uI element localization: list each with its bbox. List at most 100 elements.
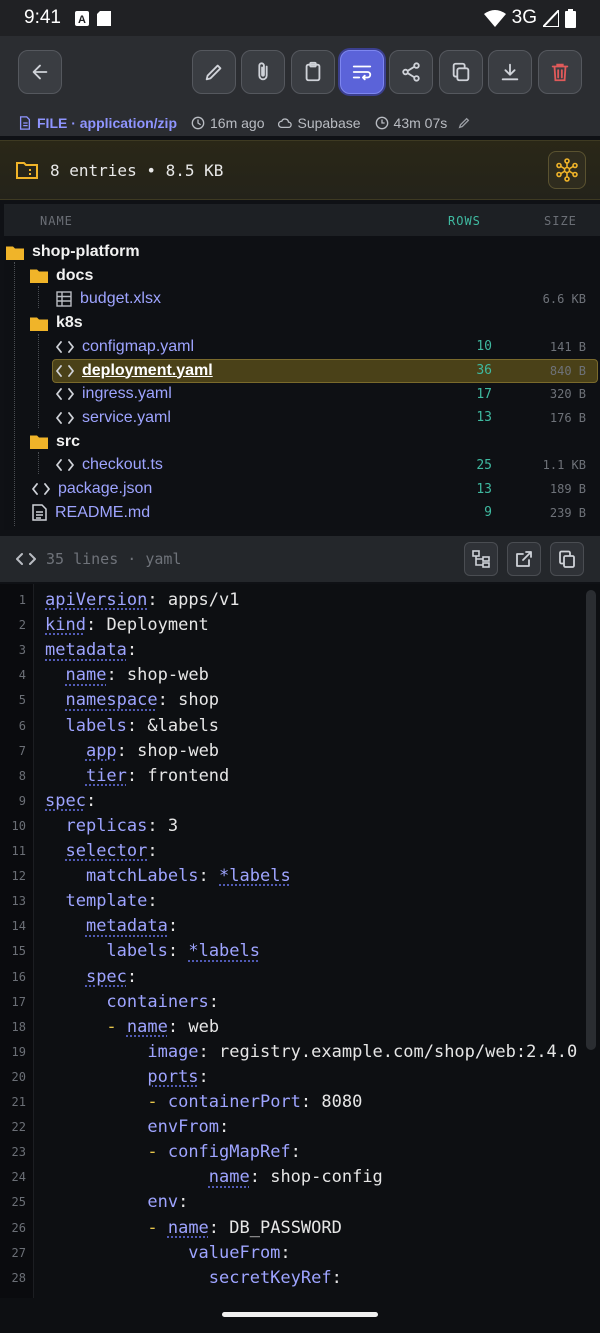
download-button[interactable] [488, 50, 532, 94]
copy-button[interactable] [439, 50, 483, 94]
tree-folder-row[interactable]: shop-platform [4, 240, 600, 264]
pencil-icon[interactable] [457, 116, 471, 130]
line-number: 3 [18, 643, 26, 658]
code-viewer[interactable]: 1 apiVersion: apps/v1 2 kind: Deployment 3 me… [0, 584, 600, 1298]
tree-item-name: service.yaml [56, 409, 171, 427]
battery-icon [565, 8, 576, 28]
tree-item-rows: 13 [476, 481, 492, 497]
folder-archive-icon [16, 162, 38, 179]
delete-button[interactable] [538, 50, 582, 94]
tree-item-size: 320 B [549, 387, 586, 402]
line-number: 23 [11, 1145, 26, 1160]
yaml-key: spec [85, 966, 127, 987]
tree-item-size: 6.6 KB [542, 292, 586, 307]
code-text: kind: Deployment [45, 615, 209, 636]
code-text: env: [147, 1192, 189, 1213]
tree-item-rows: 25 [476, 457, 492, 473]
structure-view-button[interactable] [464, 542, 498, 576]
folder-icon [30, 268, 48, 284]
line-number: 25 [11, 1195, 26, 1210]
entries-summary: 8 entries • 8.5 KB [50, 160, 224, 180]
line-number: 9 [18, 793, 26, 808]
tree-item-size: 141 B [549, 339, 586, 354]
yaml-key: replicas [65, 815, 148, 836]
code-text: envFrom: [147, 1117, 230, 1138]
line-number: 6 [18, 718, 26, 733]
clipboard-button[interactable] [291, 50, 335, 94]
wrap-lines-button[interactable] [340, 50, 384, 94]
tree-file-row[interactable]: package.json 13 189 B [4, 477, 600, 501]
code-line: 4 name: shop-web [0, 663, 600, 688]
document-icon [19, 116, 31, 130]
share-button[interactable] [389, 50, 433, 94]
tree-folder-row[interactable]: docs [4, 264, 600, 288]
toolbar [0, 36, 600, 110]
yaml-key: metadata [45, 640, 127, 661]
tree-item-name: configmap.yaml [56, 338, 194, 356]
tree-item-name: package.json [32, 480, 152, 498]
tree-folder-row[interactable]: src [4, 430, 600, 454]
yaml-key: app [85, 740, 117, 761]
yaml-key: labels [65, 715, 127, 736]
graph-view-button[interactable] [548, 151, 586, 189]
tree-item-rows: 10 [476, 339, 492, 355]
folder-icon [6, 245, 24, 260]
line-number: 4 [18, 668, 26, 683]
code-text: apiVersion: apps/v1 [45, 590, 240, 610]
code-text: image: registry.example.com/shop/web:2.4… [147, 1041, 578, 1062]
edit-button[interactable] [192, 50, 236, 94]
line-number: 16 [11, 969, 26, 984]
tree-file-row[interactable]: README.md 9 239 B [4, 501, 600, 525]
tree-item-label: service.yaml [82, 408, 171, 426]
code-line: 23 - configMapRef: [0, 1140, 600, 1165]
line-number: 27 [11, 1245, 26, 1260]
notification-a-icon: A [74, 10, 89, 26]
yaml-key: apiVersion [45, 590, 148, 610]
code-text: spec: [45, 790, 97, 811]
yaml-key: kind [45, 615, 86, 636]
signal-icon [543, 9, 559, 27]
home-gesture-handle[interactable] [222, 1312, 378, 1317]
tree-file-row[interactable]: service.yaml 13 176 B [4, 406, 600, 430]
code-line: 6 labels: &labels [0, 714, 600, 739]
tree-file-row[interactable]: checkout.ts 25 1.1 KB [4, 453, 600, 477]
tree-item-label: README.md [55, 503, 151, 521]
timer-icon [375, 116, 388, 130]
tree-file-row[interactable]: deployment.yaml 36 840 B [4, 358, 600, 383]
tree-item-rows: 36 [476, 363, 492, 378]
yaml-key: image [147, 1041, 199, 1062]
file-age-label: 16m ago [210, 115, 265, 131]
code-text: template: [65, 891, 158, 912]
header-rows: ROWS [448, 214, 481, 228]
tree-item-label: k8s [56, 314, 83, 332]
tree-file-row[interactable]: budget.xlsx 6.6 KB [4, 287, 600, 311]
tree-item-rows: 13 [476, 410, 492, 426]
open-external-button[interactable] [507, 542, 541, 576]
tree-folder-row[interactable]: k8s [4, 311, 600, 335]
code-text: metadata: [85, 916, 179, 937]
code-text: labels: *labels [106, 941, 260, 962]
copy-code-button[interactable] [550, 542, 584, 576]
attach-button[interactable] [241, 50, 285, 94]
code-line: 14 metadata: [0, 914, 600, 939]
tree-item-name: shop-platform [6, 243, 140, 261]
code-file-icon [56, 340, 74, 354]
tree-item-name: ingress.yaml [56, 385, 172, 403]
wifi-icon [483, 9, 506, 27]
back-button[interactable] [18, 50, 62, 94]
line-number: 7 [18, 743, 26, 758]
code-scrollbar[interactable] [586, 590, 596, 1050]
tree-file-row[interactable]: ingress.yaml 17 320 B [4, 382, 600, 406]
yaml-key: labels [106, 941, 168, 962]
code-line: 11 selector: [0, 839, 600, 864]
tree-item-label: ingress.yaml [82, 385, 172, 403]
tree-item-size: 239 B [549, 505, 586, 520]
code-text: metadata: [45, 640, 138, 661]
code-line: 26 - name: DB_PASSWORD [0, 1216, 600, 1241]
tree-file-row[interactable]: configmap.yaml 10 141 B [4, 335, 600, 359]
list-dash: - [106, 1016, 127, 1037]
code-line: 9 spec: [0, 789, 600, 814]
file-type: FILE · application/zip [18, 115, 177, 131]
archive-summary-bar: 8 entries • 8.5 KB [0, 140, 600, 200]
code-file-icon [32, 482, 50, 496]
